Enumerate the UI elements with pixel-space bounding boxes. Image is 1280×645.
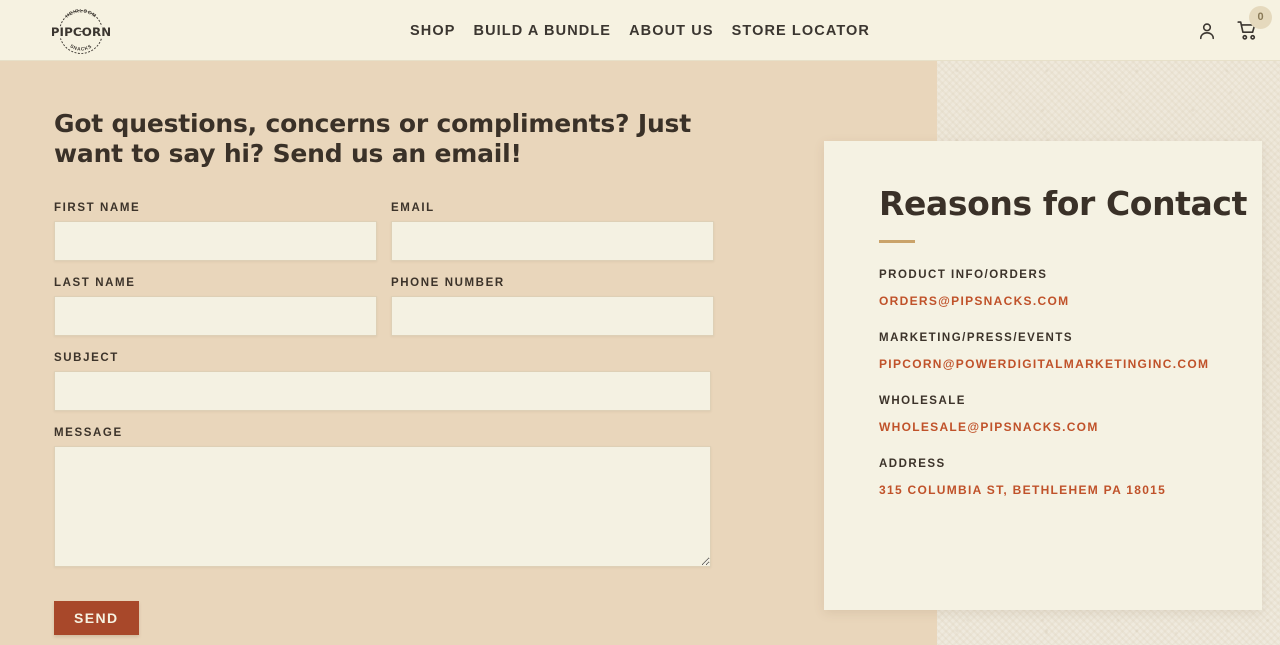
phone-number-label: PHONE NUMBER — [391, 277, 505, 289]
cart-wrapper: 0 — [1234, 5, 1272, 44]
main-content: Got questions, concerns or compliments? … — [0, 61, 1280, 645]
message-textarea[interactable] — [54, 446, 711, 567]
field-email: EMAIL — [391, 202, 714, 261]
send-button[interactable]: SEND — [54, 601, 139, 635]
field-first-name: FIRST NAME — [54, 202, 377, 261]
reasons-title: Reasons for Contact — [879, 184, 1247, 223]
field-subject: SUBJECT — [54, 352, 714, 411]
contact-form: FIRST NAME EMAIL LAST NAME PHONE NUMBER — [54, 202, 714, 635]
message-label: MESSAGE — [54, 427, 123, 439]
first-name-input[interactable] — [54, 221, 377, 261]
subject-input[interactable] — [54, 371, 711, 411]
email-label: EMAIL — [391, 202, 435, 214]
reasons-divider — [879, 240, 915, 244]
contact-address-value[interactable]: 315 COLUMBIA ST, BETHLEHEM PA 18015 — [879, 483, 1166, 497]
site-header: HEIRLOOM SNACKS PIPCORN SHOP BUILD A BUN… — [0, 0, 1280, 61]
account-person-icon — [1199, 22, 1215, 39]
cart-count-badge: 0 — [1249, 5, 1272, 29]
nav-store-locator[interactable]: STORE LOCATOR — [732, 19, 870, 43]
nav-about-us[interactable]: ABOUT US — [629, 19, 714, 43]
field-phone-number: PHONE NUMBER — [391, 277, 714, 336]
field-message: MESSAGE — [54, 427, 714, 567]
contact-group-wholesale: WHOLESALE WHOLESALE@PIPSNACKS.COM — [879, 395, 1262, 436]
contact-email-marketing[interactable]: PIPCORN@POWERDIGITALMARKETINGINC.COM — [879, 357, 1209, 371]
contact-email-wholesale[interactable]: WHOLESALE@PIPSNACKS.COM — [879, 420, 1099, 434]
last-name-input[interactable] — [54, 296, 377, 336]
contact-label-address: ADDRESS — [879, 458, 946, 471]
field-last-name: LAST NAME — [54, 277, 377, 336]
contact-label-marketing: MARKETING/PRESS/EVENTS — [879, 332, 1074, 345]
contact-group-address: ADDRESS 315 COLUMBIA ST, BETHLEHEM PA 18… — [879, 458, 1262, 499]
subject-label: SUBJECT — [54, 352, 119, 364]
nav-shop[interactable]: SHOP — [410, 19, 456, 43]
contact-group-marketing: MARKETING/PRESS/EVENTS PIPCORN@POWERDIGI… — [879, 332, 1262, 373]
contact-label-product-info: PRODUCT INFO/ORDERS — [879, 269, 1048, 282]
main-navigation: SHOP BUILD A BUNDLE ABOUT US STORE LOCAT… — [0, 0, 1280, 61]
nav-build-a-bundle[interactable]: BUILD A BUNDLE — [474, 19, 612, 43]
last-name-label: LAST NAME — [54, 277, 136, 289]
contact-group-product-info: PRODUCT INFO/ORDERS ORDERS@PIPSNACKS.COM — [879, 269, 1262, 310]
first-name-label: FIRST NAME — [54, 202, 141, 214]
reasons-for-contact-card: Reasons for Contact PRODUCT INFO/ORDERS … — [824, 141, 1262, 610]
header-actions: 0 — [1194, 0, 1272, 61]
contact-email-orders[interactable]: ORDERS@PIPSNACKS.COM — [879, 294, 1069, 308]
contact-label-wholesale: WHOLESALE — [879, 395, 966, 408]
page-title: Got questions, concerns or compliments? … — [54, 109, 691, 168]
account-button[interactable] — [1194, 18, 1220, 44]
form-row-contact: LAST NAME PHONE NUMBER — [54, 277, 714, 336]
phone-number-input[interactable] — [391, 296, 714, 336]
form-row-names: FIRST NAME EMAIL — [54, 202, 714, 261]
contact-form-section: Got questions, concerns or compliments? … — [54, 109, 714, 635]
email-input[interactable] — [391, 221, 714, 261]
